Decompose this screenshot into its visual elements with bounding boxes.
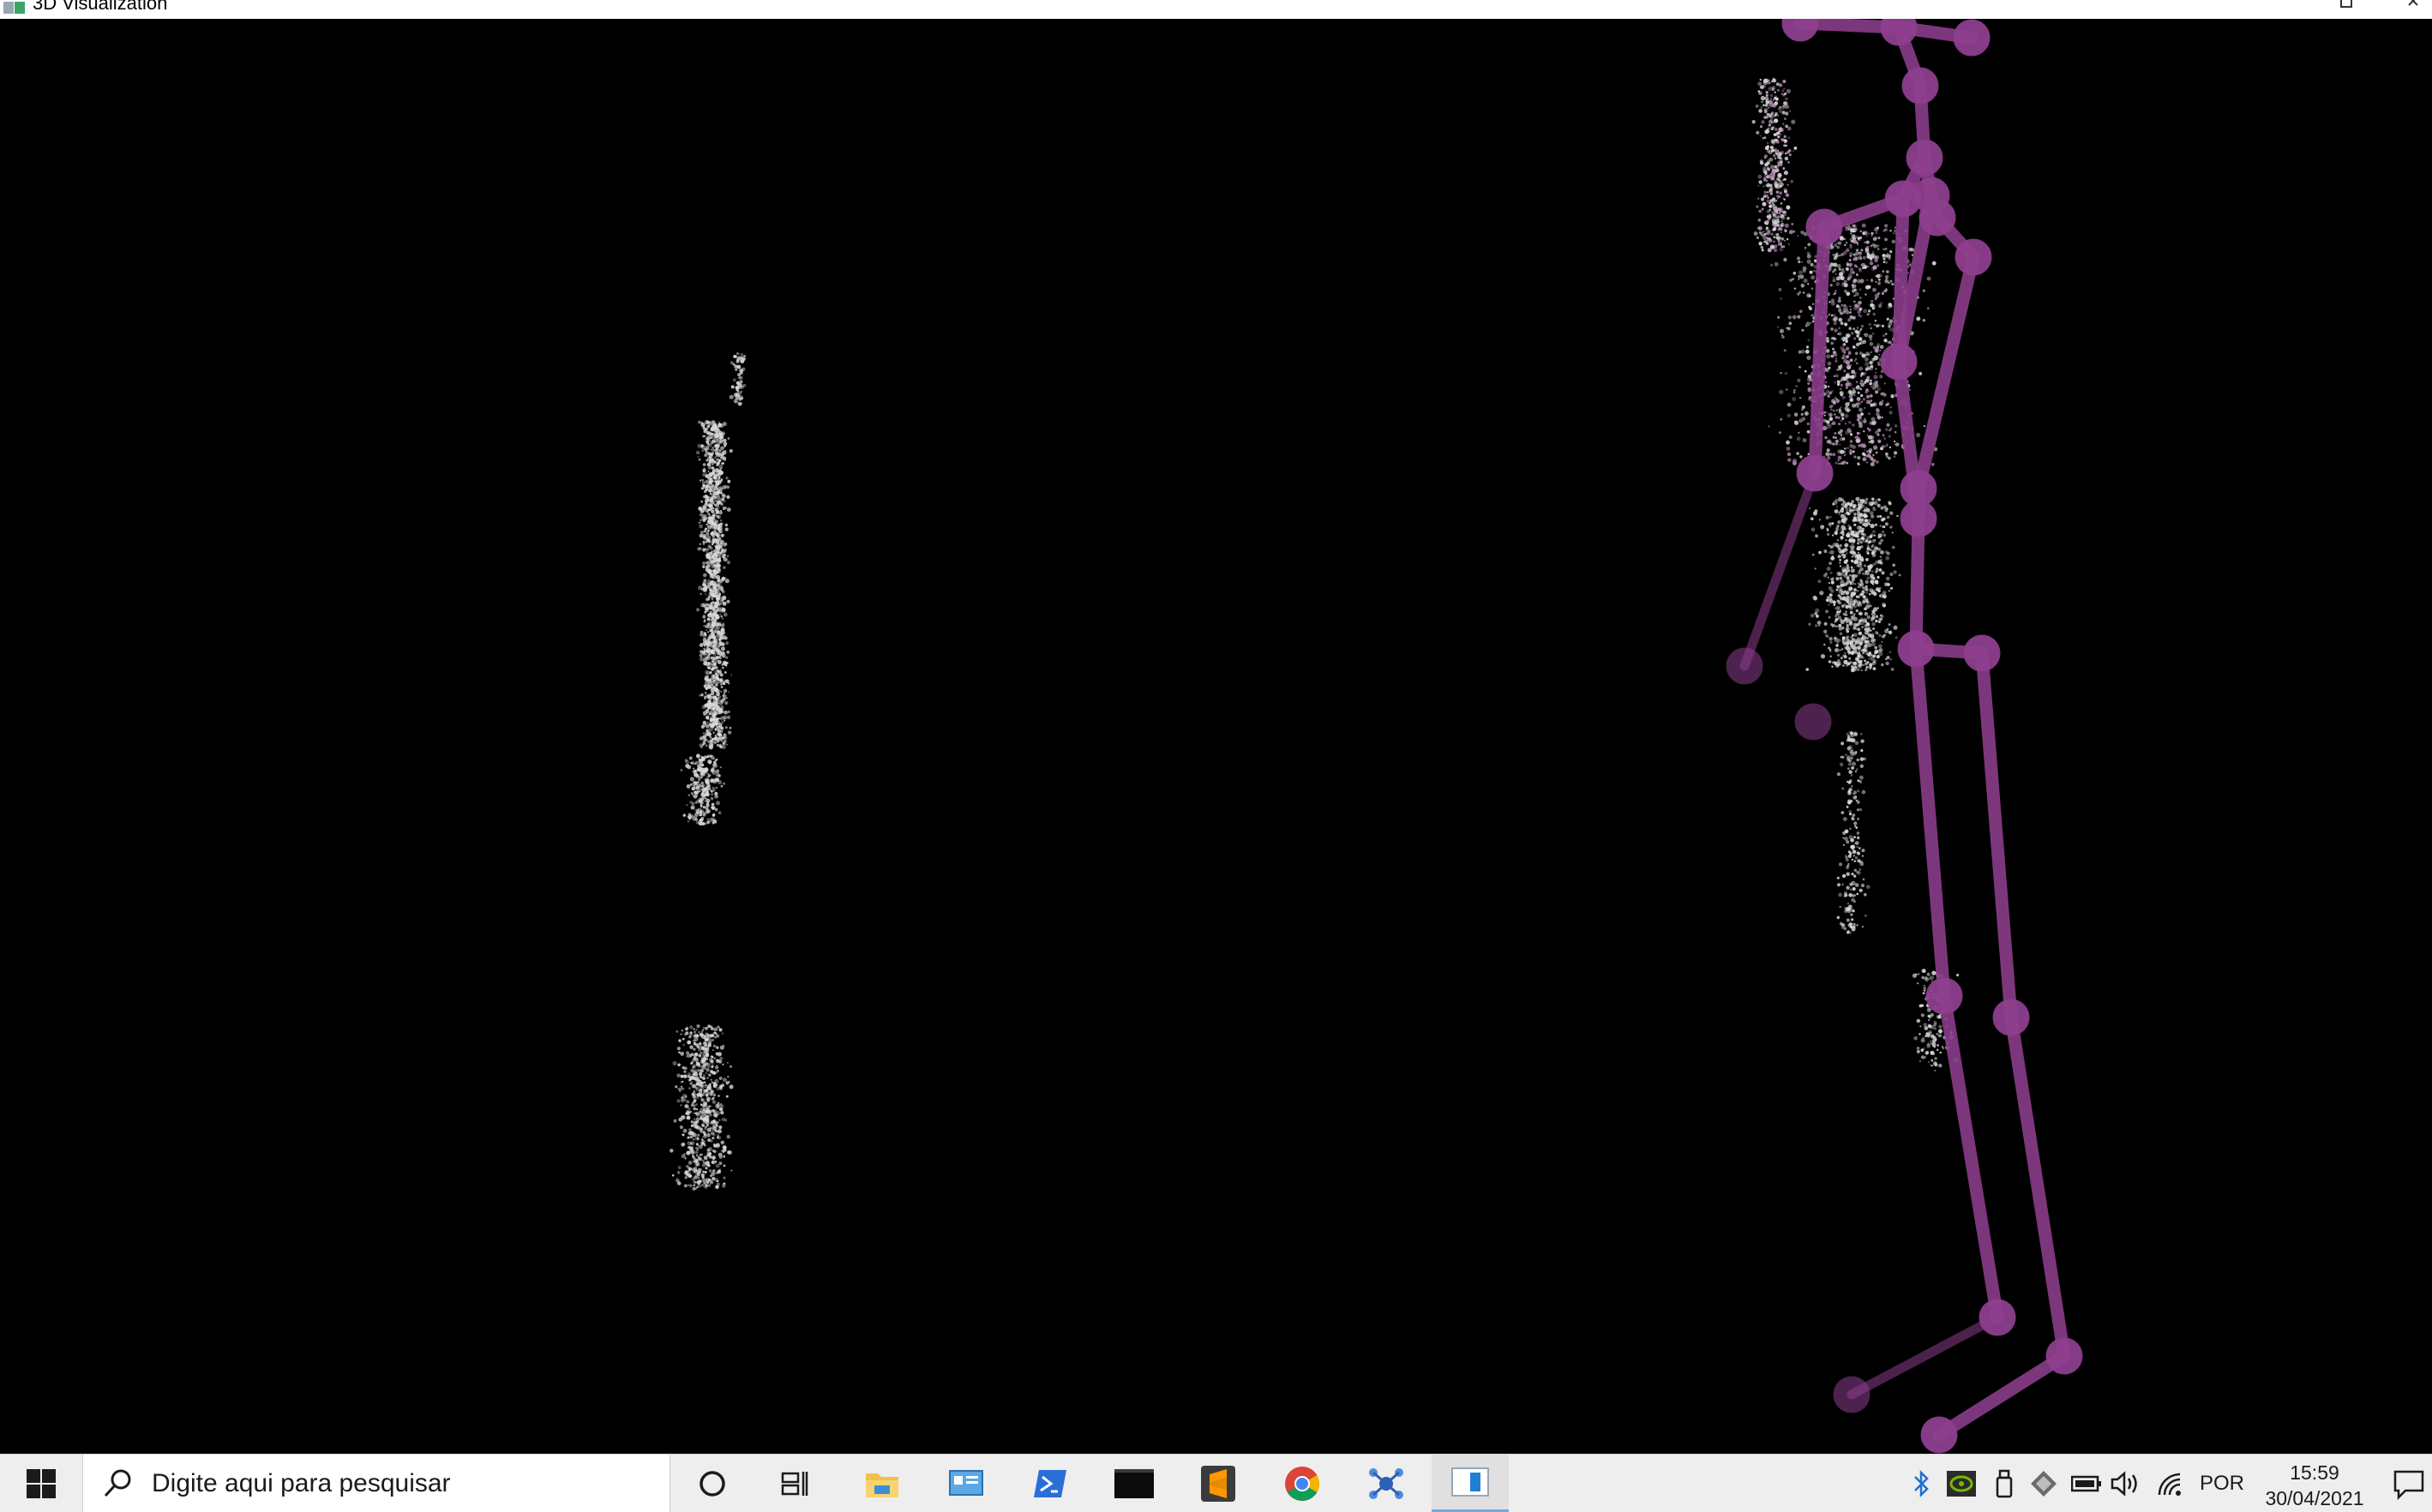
point-cloud-left-tall-base xyxy=(680,753,726,826)
network-app-icon xyxy=(1369,1468,1403,1499)
point-cloud-person-leg xyxy=(1836,730,1871,934)
skeleton-bone xyxy=(1932,1349,2071,1442)
skeleton-joint xyxy=(1726,647,1763,685)
skeleton-joint xyxy=(1805,208,1843,246)
skeleton-bone xyxy=(1847,1312,2003,1400)
wifi-icon xyxy=(2158,1473,2181,1496)
point-cloud-person-head xyxy=(1751,77,1798,253)
powershell-icon xyxy=(1034,1470,1066,1497)
windows-logo-icon xyxy=(27,1469,56,1498)
volume-icon xyxy=(2111,1471,2137,1497)
usb-drive-icon xyxy=(1996,1469,2013,1498)
skeleton-joint xyxy=(1925,977,1963,1015)
skeleton-joint xyxy=(1992,999,2030,1036)
cortana-icon xyxy=(700,1471,725,1497)
skeleton-joint xyxy=(1794,703,1832,741)
control-panel-icon xyxy=(949,1470,983,1496)
control-panel-button[interactable] xyxy=(928,1455,1005,1512)
skeleton-bone xyxy=(1739,468,1820,671)
terminal-button[interactable] xyxy=(1096,1455,1173,1512)
sublime-text-button[interactable] xyxy=(1180,1455,1257,1512)
visualization-app-button[interactable] xyxy=(1432,1455,1509,1512)
search-icon xyxy=(104,1469,131,1497)
wifi-tray[interactable] xyxy=(2153,1467,2188,1501)
app-tray-diamond[interactable] xyxy=(2027,1467,2061,1501)
3d-viewport[interactable] xyxy=(0,19,2432,1454)
visualization-app-icon xyxy=(1451,1467,1489,1497)
chrome-button[interactable] xyxy=(1264,1455,1341,1512)
skeleton-bone xyxy=(2004,1011,2071,1363)
volume-tray[interactable] xyxy=(2109,1467,2143,1501)
nvidia-icon xyxy=(1947,1471,1976,1497)
taskbar: Digite aqui para pesquisar POR 15:59 30/… xyxy=(0,1454,2432,1512)
chrome-icon xyxy=(1285,1467,1319,1501)
cortana-button[interactable] xyxy=(674,1455,751,1512)
skeleton-joint xyxy=(1781,19,1819,42)
clock-time: 15:59 xyxy=(2290,1461,2339,1484)
point-cloud-left-tall-tip xyxy=(729,352,747,406)
file-explorer-icon xyxy=(866,1473,898,1497)
task-view-icon xyxy=(781,1472,808,1496)
bluetooth-tray[interactable] xyxy=(1905,1467,1939,1501)
file-explorer-button[interactable] xyxy=(844,1455,921,1512)
point-cloud-left-tall xyxy=(695,420,733,750)
skeleton-bone xyxy=(1937,989,2004,1324)
usb-tray[interactable] xyxy=(1987,1467,2021,1501)
screen: 3D Visualization Digite aqui para pesqui… xyxy=(0,0,2432,1512)
battery-icon xyxy=(2071,1475,2101,1492)
skeleton-joint xyxy=(2045,1337,2083,1375)
bluetooth-icon xyxy=(1914,1469,1929,1498)
powershell-button[interactable] xyxy=(1012,1455,1089,1512)
app-window-icon xyxy=(3,2,25,14)
skeleton-joint xyxy=(1880,343,1918,381)
skeleton-bone xyxy=(1808,220,1831,480)
taskbar-clock[interactable]: 15:59 30/04/2021 xyxy=(2255,1460,2375,1511)
skeleton-joint xyxy=(1901,67,1939,105)
skeleton-bone xyxy=(1912,250,1980,495)
diamond-app-icon xyxy=(2031,1471,2057,1497)
skeleton xyxy=(1726,19,2083,1454)
skeleton-joint xyxy=(1880,19,1918,46)
window-title-bar[interactable]: 3D Visualization xyxy=(0,0,2432,19)
network-app-button[interactable] xyxy=(1348,1455,1425,1512)
skeleton-joint xyxy=(1979,1299,2016,1336)
skeleton-joint xyxy=(1919,199,1956,237)
input-language[interactable]: POR xyxy=(2200,1455,2244,1512)
start-button[interactable] xyxy=(0,1455,82,1512)
skeleton-joint xyxy=(1963,634,2001,672)
window-title: 3D Visualization xyxy=(33,0,168,14)
point-cloud-person-hips xyxy=(1805,496,1901,673)
close-window-icon[interactable] xyxy=(2405,0,2426,10)
action-center-icon[interactable] xyxy=(2392,1467,2426,1501)
skeleton-joint xyxy=(1955,238,1992,276)
skeleton-bone xyxy=(1909,642,1951,1003)
taskbar-search[interactable]: Digite aqui para pesquisar xyxy=(82,1455,670,1512)
skeleton-joint xyxy=(1900,500,1937,537)
nvidia-tray[interactable] xyxy=(1944,1467,1979,1501)
skeleton-bone xyxy=(1909,512,1925,656)
skeleton-joint xyxy=(1953,19,1991,57)
battery-tray[interactable] xyxy=(2069,1467,2104,1501)
sublime-text-icon xyxy=(1201,1466,1235,1502)
terminal-icon xyxy=(1114,1469,1154,1498)
task-view-button[interactable] xyxy=(756,1455,833,1512)
skeleton-joint xyxy=(1796,454,1834,492)
search-placeholder: Digite aqui para pesquisar xyxy=(152,1469,451,1497)
skeleton-joint xyxy=(1833,1376,1871,1413)
skeleton-bone xyxy=(1975,646,2018,1024)
skeleton-joint xyxy=(1897,630,1935,668)
point-cloud-left-small xyxy=(670,1024,734,1191)
skeleton-joint xyxy=(1920,1416,1958,1454)
skeleton-joint xyxy=(1906,139,1943,177)
restore-window-icon[interactable] xyxy=(2338,0,2357,10)
clock-date: 30/04/2021 xyxy=(2265,1487,2364,1509)
